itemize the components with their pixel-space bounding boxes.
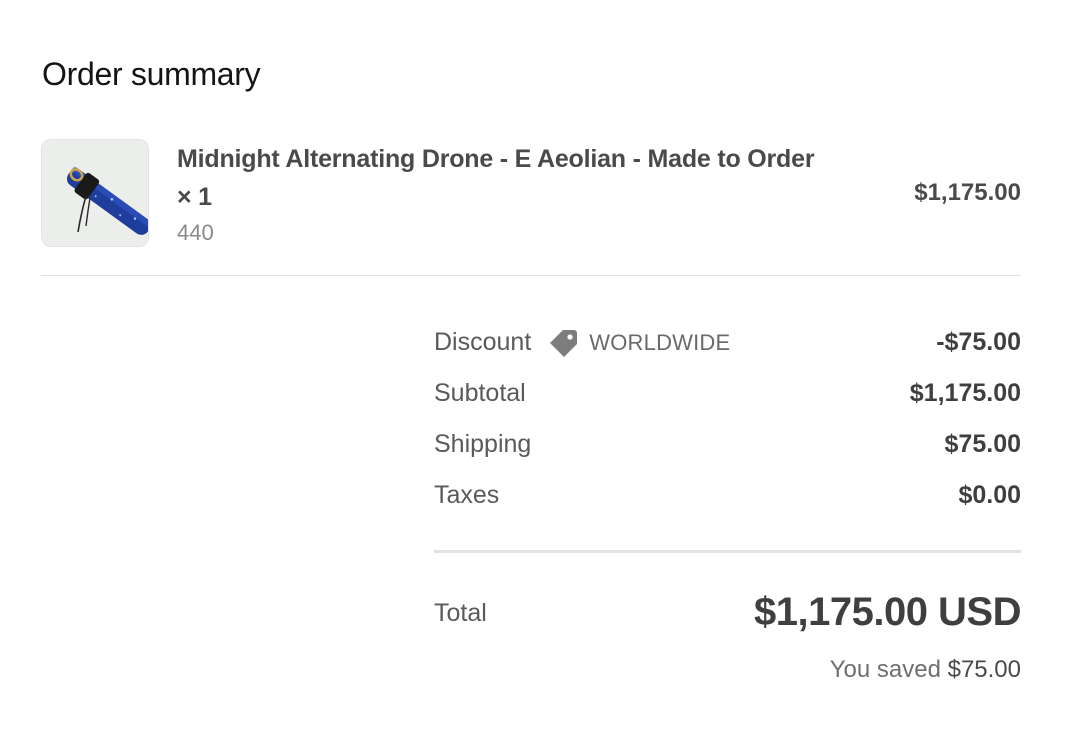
- product-price: $1,175.00: [914, 179, 1021, 206]
- shipping-label: Shipping: [434, 430, 532, 458]
- product-variant: 440: [177, 220, 214, 245]
- flute-image-icon: [42, 140, 148, 246]
- line-item: Midnight Alternating Drone - E Aeolian -…: [41, 139, 1021, 249]
- subtotal-label: Subtotal: [434, 379, 526, 407]
- savings-amount: $75.00: [947, 656, 1021, 683]
- taxes-value: $0.00: [958, 481, 1021, 509]
- savings-prefix: You saved: [829, 656, 941, 683]
- subtotal-row: Subtotal $1,175.00: [434, 368, 1021, 419]
- page-title: Order summary: [42, 56, 261, 92]
- tag-icon: [547, 327, 579, 359]
- total-divider: [434, 550, 1021, 553]
- discount-label: Discount: [434, 328, 532, 356]
- shipping-row: Shipping $75.00: [434, 419, 1021, 470]
- taxes-row: Taxes $0.00: [434, 470, 1021, 521]
- total-value: $1,175.00 USD: [753, 590, 1022, 634]
- subtotal-value: $1,175.00: [909, 379, 1021, 407]
- product-thumbnail[interactable]: [41, 139, 149, 247]
- total-label: Total: [434, 599, 487, 627]
- product-title: Midnight Alternating Drone - E Aeolian -…: [177, 145, 815, 211]
- savings-note: You saved $75.00: [830, 655, 1021, 685]
- cost-breakdown: Discount WORLDWIDE -$75.00 Subtotal $1,1…: [434, 317, 1021, 521]
- shipping-value: $75.00: [944, 430, 1021, 458]
- discount-value: -$75.00: [936, 328, 1021, 356]
- discount-row: Discount WORLDWIDE -$75.00: [434, 317, 1021, 368]
- discount-code: WORLDWIDE: [589, 329, 731, 355]
- taxes-label: Taxes: [434, 481, 500, 509]
- divider: [41, 275, 1021, 276]
